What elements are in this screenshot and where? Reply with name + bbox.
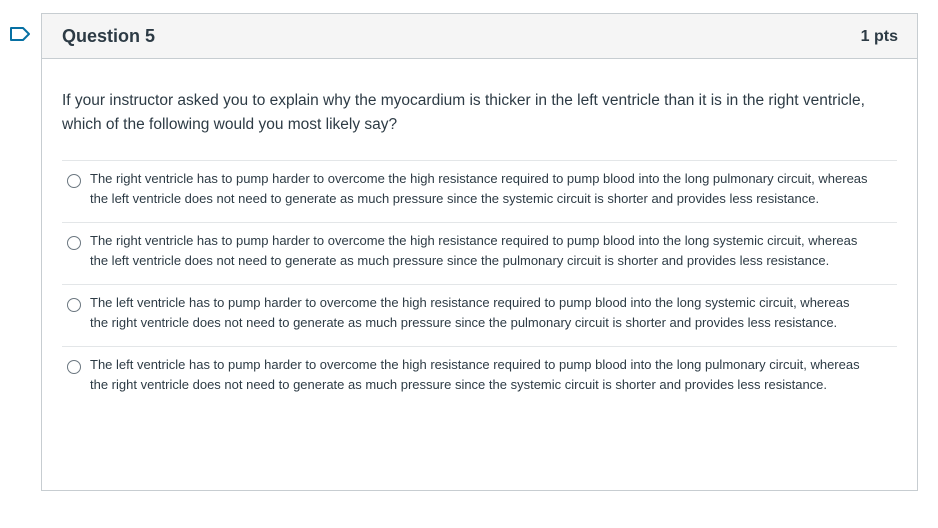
answer-option-1[interactable]: The right ventricle has to pump harder t… [62, 161, 897, 223]
answer-label: The left ventricle has to pump harder to… [90, 295, 850, 330]
answer-label: The right ventricle has to pump harder t… [90, 171, 868, 206]
question-text: If your instructor asked you to explain … [62, 92, 865, 133]
answer-label: The right ventricle has to pump harder t… [90, 233, 858, 268]
question-points: 1 pts [860, 28, 898, 45]
radio-button[interactable] [67, 360, 81, 374]
question-card: Question 5 1 pts If your instructor aske… [41, 13, 918, 491]
question-title: Question 5 [62, 25, 156, 46]
answer-option-3[interactable]: The left ventricle has to pump harder to… [62, 285, 897, 347]
answer-label: The left ventricle has to pump harder to… [90, 357, 860, 392]
answer-option-4[interactable]: The left ventricle has to pump harder to… [62, 347, 897, 408]
question-header: Question 5 1 pts [42, 14, 917, 59]
answer-option-2[interactable]: The right ventricle has to pump harder t… [62, 223, 897, 285]
question-body: If your instructor asked you to explain … [42, 59, 917, 408]
flag-question-icon[interactable] [9, 25, 31, 43]
radio-button[interactable] [67, 298, 81, 312]
radio-button[interactable] [67, 236, 81, 250]
answer-list: The right ventricle has to pump harder t… [62, 160, 897, 408]
radio-button[interactable] [67, 174, 81, 188]
